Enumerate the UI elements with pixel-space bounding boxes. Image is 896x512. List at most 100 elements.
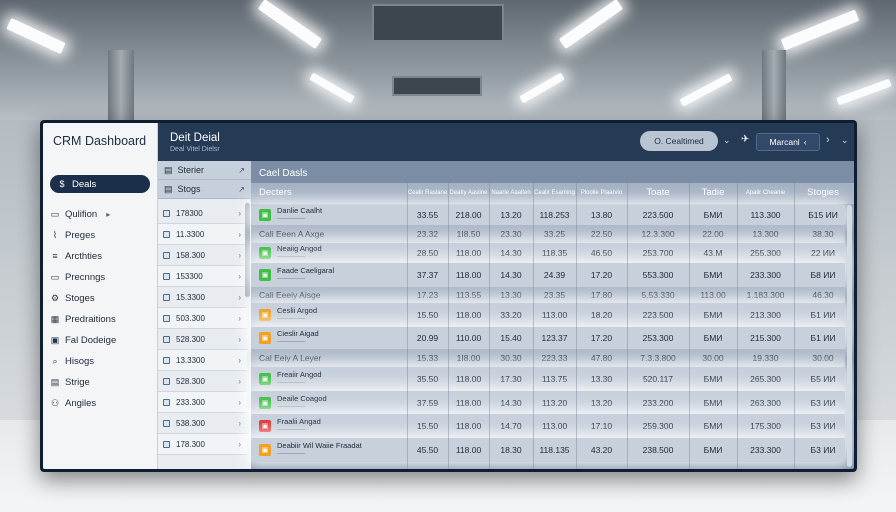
status-badge-icon: ▣ (259, 309, 271, 321)
status-pill-button[interactable]: O. Cealtimed (640, 131, 718, 151)
sidebar-item[interactable]: ▣ Fal Dodeige (50, 331, 150, 349)
list-item[interactable]: 233.300 › (158, 392, 247, 413)
list-item-value: 538.300 (176, 418, 205, 428)
table-row[interactable]: ▣ Ceslii Argod ──────── 15.50 118.00 33.20 113… (251, 303, 845, 327)
view-select[interactable]: Marcanl ‹ (756, 133, 820, 151)
sidebar-item[interactable]: ⌇ Preges (50, 226, 150, 244)
table-cell: 23.35 (543, 290, 566, 300)
table-cell: 35.50 (416, 374, 439, 384)
column-header[interactable]: Cealir Rasiane (407, 183, 448, 204)
stage-list-header[interactable]: ▤ Sterier ↗ (158, 161, 251, 180)
sidebar-item[interactable]: ▭ Qulifion ▸ (50, 205, 150, 223)
stage-list-subheader-label: Stogs (177, 184, 201, 194)
table-cell: 23.32 (416, 229, 439, 239)
list-item[interactable]: 178300 › (158, 203, 247, 224)
table-cell: 520.117 (642, 374, 674, 384)
column-header[interactable]: Toate (627, 183, 689, 204)
chevron-down-icon[interactable]: ⌄ (723, 135, 731, 146)
table-cell: 43.M (703, 248, 723, 258)
table-row[interactable]: ▣ Deaile Coagod ──────── 37.59 118.00 14.30 11… (251, 391, 845, 414)
column-header[interactable]: Decters (251, 183, 407, 204)
table-row[interactable]: Cal Eeiy A Leyer 15.33 1I8.00 30.30 223.33 47… (251, 349, 845, 367)
list-item[interactable]: 15.3300 › (158, 287, 247, 308)
group-label: Cali Eeeiy Aisge (259, 290, 321, 300)
status-badge-icon: ▣ (259, 332, 271, 344)
chevron-down-icon[interactable]: ⌄ (841, 135, 849, 146)
column-header[interactable]: Naarie Aaalten (489, 183, 533, 204)
table-row[interactable]: ▣ Neaiig Angod ──────── 28.50 118.00 14.30 118… (251, 243, 845, 263)
list-item[interactable]: 158.300 › (158, 245, 247, 266)
column-header[interactable]: Stogies (794, 183, 852, 204)
sidebar-item[interactable]: ▤ Strige (50, 373, 150, 391)
table-cell: 15.33 (416, 353, 439, 363)
table-cell: 113.75 (541, 374, 568, 384)
deal-name: Cieslir Aigad ──────── (277, 330, 319, 346)
column-header[interactable]: Ploolle Plaarvio (576, 183, 627, 204)
column-header[interactable]: Apalir Cheanie (737, 183, 794, 204)
chevron-right-icon[interactable]: › (826, 134, 830, 146)
table-row[interactable]: Cali Eeen A Axge 23.32 1I8.50 23.30 33.25 22.… (251, 225, 845, 243)
column-header[interactable]: Cealir Esaming (533, 183, 576, 204)
document-icon: ▤ (50, 376, 60, 387)
list-item[interactable]: 528.300 › (158, 371, 247, 392)
deal-name-text: Deaile Coagod (277, 393, 327, 403)
chevron-left-icon: ‹ (803, 137, 807, 147)
list-item-value: 158.300 (176, 250, 205, 260)
chevron-right-icon: › (238, 229, 241, 239)
sidebar-item[interactable]: ▦ Predraitions (50, 310, 150, 328)
table-cell: 223.33 (541, 353, 568, 363)
list-item[interactable]: 538.300 › (158, 413, 247, 434)
monitor-frame: CRM Dashboard $ Deals ▭ Qulifion ▸ ⌇ Preges ≡ Ar… (40, 120, 857, 472)
list-item[interactable]: 153300 › (158, 266, 247, 287)
table-cell: 24.39 (543, 270, 566, 280)
table-cell: 113.20 (541, 397, 568, 408)
chevron-right-icon: › (238, 292, 241, 302)
deal-name: Danlie Caalht ──────── (277, 207, 322, 223)
deal-name-text: Ceslii Argod (277, 306, 318, 315)
sidebar-item[interactable]: $ Deals (50, 175, 150, 193)
status-badge-icon: ▣ (259, 209, 271, 221)
table-cell: 118.00 (455, 310, 482, 320)
column-header[interactable]: Tadie (689, 183, 737, 204)
table-cell: 17.20 (590, 270, 613, 280)
table-row[interactable]: ▣ Fraalii Angad ──────── 15.50 118.00 14.70 11… (251, 414, 845, 438)
sidebar-item[interactable]: ⚙ Stoges (50, 289, 150, 307)
list-item[interactable]: 11.3300 › (158, 224, 247, 245)
list-item[interactable]: 528.300 › (158, 329, 247, 350)
table-row[interactable]: ▣ Faade Caeligaral ──────── 37.37 118.00 14.3… (251, 263, 845, 287)
table-cell: 118.00 (455, 397, 482, 408)
view-select-value: Marcanl (769, 137, 800, 147)
table-cell: 1I8.50 (456, 229, 481, 239)
table-row[interactable]: ▣ Freaiir Angod ──────── 35.50 118.00 17.30 11… (251, 367, 845, 391)
table-row[interactable]: Cali Eeeiy Aisge 17.23 113.55 13.30 23.35 17.… (251, 287, 845, 303)
deal-name-cell: Cali Eeen A Axge (251, 225, 407, 243)
table-cell: 13.30 (590, 374, 613, 384)
stage-list-scrollbar[interactable] (245, 203, 250, 297)
deal-name: Neaiig Angod ──────── (277, 245, 322, 261)
table-cell: Б1 ИИ (810, 310, 836, 320)
table-row[interactable]: ▣ Danlie Caalht ──────── 33.55 218.00 13.20 11… (251, 205, 845, 225)
column-divider (576, 183, 577, 469)
column-header[interactable]: Deatiy Aasiine (448, 183, 489, 204)
deal-subtext-placeholder: ──────── (277, 316, 306, 322)
list-item[interactable]: 178.300 › (158, 434, 247, 455)
table-scrollbar[interactable] (847, 205, 852, 467)
table-row[interactable]: ▣ Cieslir Aigad ──────── 20.99 110.00 15.40 12… (251, 327, 845, 349)
list-item[interactable]: 13.3300 › (158, 350, 247, 371)
group-label: Cal Eeiy A Leyer (259, 353, 322, 363)
table-cell: 14.30 (500, 397, 522, 408)
sidebar-item[interactable]: ⌕ Hisogs (50, 352, 150, 370)
table-cell: Б3 ИИ (810, 445, 836, 455)
table-cell: 13.20 (590, 397, 613, 408)
sidebar-item[interactable]: ≡ Arcthties (50, 247, 150, 265)
deal-name: Deabiir Wil Waiie Fraadat ──────── (277, 442, 362, 458)
sidebar-item[interactable]: ▭ Precnngs (50, 268, 150, 286)
table-row[interactable]: ▣ Deabiir Wil Waiie Fraadat ──────── 45.50 1… (251, 438, 845, 462)
table-cell: 13.300 (752, 229, 779, 239)
list-item[interactable]: 503.300 › (158, 308, 247, 329)
pin-icon[interactable]: ✈ (741, 134, 749, 145)
sidebar-item-label: Predraitions (65, 313, 116, 325)
stage-list-subheader[interactable]: ▤ Stogs ↗ (158, 180, 251, 199)
column-divider (627, 183, 628, 469)
sidebar-item[interactable]: ⚇ Angiles (50, 394, 150, 412)
